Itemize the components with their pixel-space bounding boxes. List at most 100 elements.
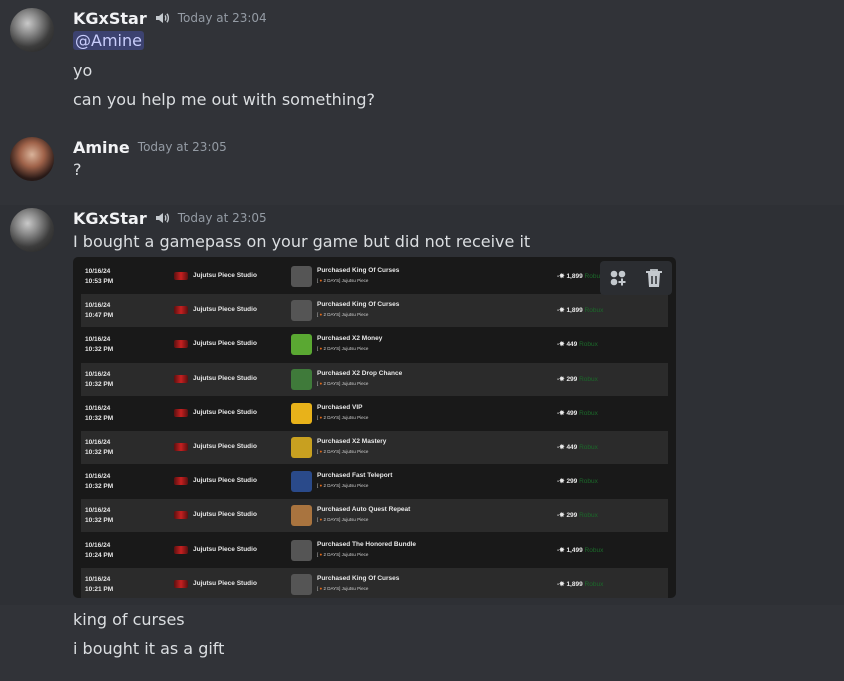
- transaction-row: 10/16/24 10:47 PM Jujutsu Piece Studio Purc…: [81, 294, 668, 328]
- timestamp: Today at 23:05: [177, 211, 267, 225]
- transaction-subtitle: [ ● 2 DAYS] Jujutsu Piece: [317, 380, 369, 386]
- studio-logo-icon: [174, 272, 188, 280]
- transaction-item: Purchased X2 Mastery: [317, 438, 387, 445]
- username[interactable]: KGxStar: [73, 209, 147, 228]
- message-line: ?: [73, 160, 82, 179]
- username[interactable]: KGxStar: [73, 9, 147, 28]
- robux-icon: ✸: [559, 546, 565, 554]
- gamepass-thumbnail: [291, 539, 312, 561]
- message-line: king of curses: [73, 610, 185, 629]
- gamepass-thumbnail: [291, 505, 312, 527]
- user-mention[interactable]: @Amine: [73, 31, 144, 50]
- transaction-date: 10/16/24 10:24 PM: [85, 541, 114, 559]
- transaction-item: Purchased Fast Teleport: [317, 472, 393, 480]
- transaction-subtitle: [ ● 2 DAYS] Jujutsu Piece: [317, 278, 369, 283]
- timestamp: Today at 23:04: [177, 11, 267, 25]
- avatar-kgxstar[interactable]: [10, 208, 54, 252]
- studio-logo-icon: [174, 443, 188, 451]
- message-line: yo: [73, 61, 93, 80]
- message-line: @Amine: [73, 31, 144, 50]
- gamepass-thumbnail: [291, 573, 312, 595]
- robux-icon: ✸: [559, 512, 565, 520]
- transaction-item: Purchased X2 Drop Chance: [317, 369, 403, 377]
- transaction-studio: Jujutsu Piece Studio: [193, 272, 257, 279]
- trash-icon: [646, 269, 662, 287]
- transaction-studio: Jujutsu Piece Studio: [193, 374, 257, 382]
- orange-dot-icon: ●: [319, 449, 323, 454]
- message-header: KGxStar Today at 23:04: [73, 8, 267, 28]
- transaction-item: Purchased Auto Quest Repeat: [317, 506, 411, 514]
- message-header: Amine Today at 23:05: [73, 137, 227, 157]
- transaction-price: -✸ 1,899 Robux: [557, 307, 604, 315]
- attached-image-transactions[interactable]: 10/16/24 10:53 PM Jujutsu Piece Studio Purc…: [73, 257, 676, 598]
- transaction-price: -✸ 1,899 Robux: [557, 580, 604, 588]
- robux-icon: ✸: [559, 375, 565, 383]
- transaction-price: -✸ 1,899 Robux: [557, 273, 604, 280]
- speaker-icon: [155, 13, 169, 23]
- transaction-date: 10/16/24 10:32 PM: [85, 404, 114, 422]
- speaker-icon: [155, 213, 169, 223]
- transaction-subtitle: [ ● 2 DAYS] Jujutsu Piece: [317, 346, 369, 352]
- transaction-item: Purchased VIP: [317, 403, 363, 411]
- gamepass-thumbnail: [291, 471, 312, 493]
- transaction-studio: Jujutsu Piece Studio: [193, 340, 257, 348]
- transaction-item: Purchased King Of Curses: [317, 301, 400, 309]
- add-reaction-button[interactable]: [607, 267, 629, 289]
- gamepass-thumbnail: [291, 402, 312, 424]
- message-actions-bar: [600, 261, 672, 295]
- transaction-studio: Jujutsu Piece Studio: [193, 443, 257, 450]
- message-line: can you help me out with something?: [73, 90, 376, 109]
- orange-dot-icon: ●: [319, 551, 323, 557]
- timestamp: Today at 23:05: [137, 140, 227, 154]
- gamepass-thumbnail: [291, 437, 312, 458]
- transaction-studio: Jujutsu Piece Studio: [193, 579, 257, 587]
- avatar-amine[interactable]: [10, 137, 54, 181]
- orange-dot-icon: ●: [319, 517, 323, 523]
- gamepass-thumbnail: [291, 368, 312, 390]
- transaction-item: Purchased The Honored Bundle: [317, 540, 416, 548]
- transaction-item: Purchased King Of Curses: [317, 267, 400, 274]
- delete-message-button[interactable]: [643, 267, 665, 289]
- transaction-price: -✸ 449 Robux: [557, 341, 598, 349]
- transaction-subtitle: [ ● 2 DAYS] Jujutsu Piece: [317, 449, 369, 454]
- orange-dot-icon: ●: [319, 414, 323, 420]
- transaction-price: -✸ 1,499 Robux: [557, 546, 604, 554]
- studio-logo-icon: [174, 408, 188, 417]
- username[interactable]: Amine: [73, 138, 130, 157]
- transaction-subtitle: [ ● 2 DAYS] Jujutsu Piece: [317, 312, 369, 318]
- orange-dot-icon: ●: [319, 483, 323, 489]
- robux-icon: ✸: [559, 478, 565, 486]
- transaction-row: 10/16/24 10:53 PM Jujutsu Piece Studio Purc…: [81, 260, 668, 293]
- transaction-row: 10/16/24 10:32 PM Jujutsu Piece Studio Purc…: [81, 397, 668, 430]
- transaction-row: 10/16/24 10:32 PM Jujutsu Piece Studio Purc…: [81, 465, 668, 498]
- transaction-subtitle: [ ● 2 DAYS] Jujutsu Piece: [317, 517, 369, 523]
- transaction-studio: Jujutsu Piece Studio: [193, 477, 257, 485]
- transaction-date: 10/16/24 10:32 PM: [85, 439, 114, 456]
- studio-logo-icon: [174, 374, 188, 383]
- transaction-studio: Jujutsu Piece Studio: [193, 545, 257, 553]
- message-line: i bought it as a gift: [73, 639, 225, 658]
- transaction-subtitle: [ ● 2 DAYS] Jujutsu Piece: [317, 414, 369, 420]
- transaction-price: -✸ 449 Robux: [557, 444, 598, 451]
- transaction-studio: Jujutsu Piece Studio: [193, 408, 257, 416]
- transaction-studio: Jujutsu Piece Studio: [193, 511, 257, 519]
- message-header: KGxStar Today at 23:05: [73, 208, 267, 228]
- robux-icon: ✸: [559, 444, 565, 451]
- transaction-item: Purchased King Of Curses: [317, 574, 400, 582]
- transaction-row: 10/16/24 10:32 PM Jujutsu Piece Studio Purc…: [81, 499, 668, 533]
- robux-icon: ✸: [559, 307, 565, 315]
- transaction-price: -✸ 299 Robux: [557, 478, 598, 486]
- studio-logo-icon: [174, 477, 188, 486]
- transaction-date: 10/16/24 10:47 PM: [85, 302, 114, 320]
- transaction-price: -✸ 299 Robux: [557, 512, 598, 520]
- transaction-row: 10/16/24 10:32 PM Jujutsu Piece Studio Purc…: [81, 328, 668, 361]
- transaction-date: 10/16/24 10:53 PM: [85, 268, 114, 285]
- studio-logo-icon: [174, 340, 188, 349]
- robux-icon: ✸: [559, 341, 565, 349]
- orange-dot-icon: ●: [319, 312, 323, 318]
- transaction-date: 10/16/24 10:21 PM: [85, 575, 114, 593]
- transaction-row: 10/16/24 10:24 PM Jujutsu Piece Studio Purc…: [81, 534, 668, 567]
- avatar-kgxstar[interactable]: [10, 8, 54, 52]
- transaction-date: 10/16/24 10:32 PM: [85, 473, 114, 491]
- transaction-item: Purchased X2 Money: [317, 335, 383, 343]
